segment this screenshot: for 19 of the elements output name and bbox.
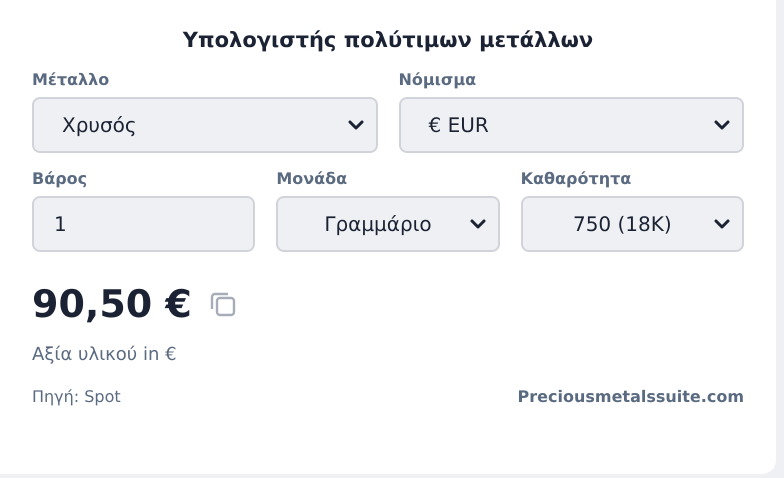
dropdown[interactable]: € EUR: [398, 97, 744, 153]
dropdown[interactable]: Γραμμάριο: [276, 196, 500, 252]
calculator-title: Υπολογιστής πολύτιμων μετάλλων: [182, 28, 594, 52]
chevron-down-icon: [714, 120, 730, 130]
chevron-down-icon: [714, 219, 730, 229]
weight-input[interactable]: 1: [32, 196, 256, 252]
website-link[interactable]: Preciousmetalssuite.com: [518, 387, 744, 406]
chevron-down-icon: [348, 120, 364, 130]
price-caption: Αξία υλικού in €: [32, 344, 178, 365]
dropdown[interactable]: 750 (18K): [520, 196, 744, 252]
source-text: Πηγή: Spot: [32, 387, 121, 406]
field-label: Καθαρότητα: [520, 169, 632, 188]
price-value: 90,50 €: [32, 282, 192, 326]
dropdown[interactable]: Χρυσός: [32, 97, 378, 153]
field-label: Βάρος: [32, 169, 88, 188]
chevron-down-icon: [470, 219, 486, 229]
field-label: Νόμισμα: [398, 70, 478, 89]
field-label: Μέταλλο: [32, 70, 110, 89]
field-label: Μονάδα: [276, 169, 348, 188]
